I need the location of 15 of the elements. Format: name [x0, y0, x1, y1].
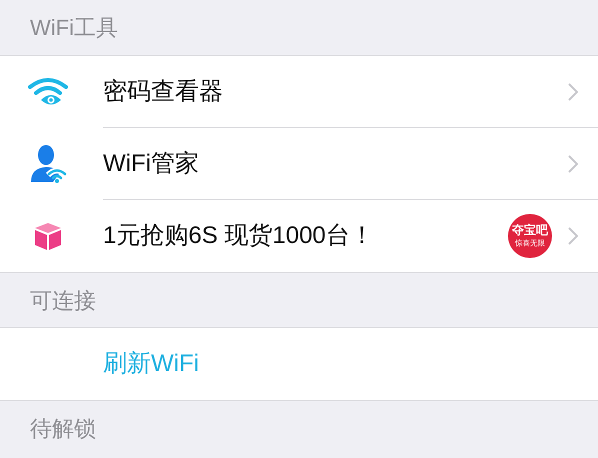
section-header: WiFi工具 — [30, 14, 118, 42]
chevron-right-icon — [568, 227, 578, 245]
list-item[interactable]: WiFi管家 — [0, 128, 598, 200]
box-icon — [32, 221, 62, 251]
person-wifi-icon — [28, 144, 66, 184]
list-item[interactable]: 密码查看器 — [0, 56, 598, 128]
chevron-right-icon — [568, 82, 578, 100]
item-label: 密码查看器 — [103, 76, 224, 106]
badge-title: 夺宝吧 — [512, 224, 548, 236]
item-label: 1元抢购6S 现货1000台！ — [103, 221, 375, 251]
section-header: 可连接 — [30, 286, 96, 314]
wifi-eye-icon — [26, 77, 68, 107]
section-header: 待解锁 — [30, 414, 96, 442]
chevron-right-icon — [568, 154, 578, 172]
item-label: WiFi管家 — [103, 148, 200, 178]
